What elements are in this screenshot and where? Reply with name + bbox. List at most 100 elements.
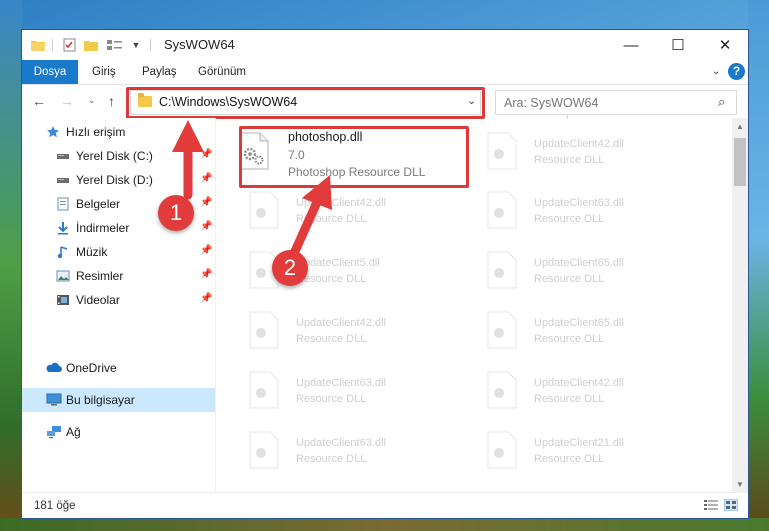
dll-file-icon — [487, 191, 517, 229]
ribbon-tabs: Dosya Giriş Paylaş Görünüm ⌄ ? — [22, 60, 748, 85]
star-icon — [47, 126, 59, 138]
back-arrow-icon[interactable]: ← — [32, 93, 46, 109]
file-name: UpdateClient42.dll — [534, 138, 624, 150]
folder-icon[interactable] — [30, 36, 46, 54]
file-name: UpdateClient65.dll — [534, 257, 624, 269]
dll-file-icon — [487, 371, 517, 409]
status-bar: 181 öğe — [22, 492, 748, 518]
pin-icon[interactable]: 📌 — [200, 173, 212, 184]
nav-item-local-disk-d[interactable]: Yerel Disk (D:) 📌 — [22, 168, 215, 192]
pin-icon[interactable]: 📌 — [200, 293, 212, 304]
file-item[interactable]: UpdateClient63.dll Resource DLL — [248, 365, 468, 421]
file-description: Resource DLL — [534, 154, 605, 166]
file-item[interactable]: UpdateClient21.dll Resource DLL — [486, 425, 706, 481]
window-title: SysWOW64 — [164, 37, 235, 52]
file-name: UpdateClient42.dll — [534, 377, 624, 389]
documents-icon — [57, 197, 69, 211]
file-item[interactable]: UpdateClient65.dll Resource DLL — [486, 305, 706, 361]
music-icon — [57, 246, 68, 259]
search-placeholder[interactable]: Ara: SysWOW64 — [504, 96, 598, 110]
new-folder-icon[interactable] — [82, 36, 100, 54]
dll-file-icon — [487, 431, 517, 469]
vertical-scrollbar[interactable]: ▲ ▼ — [732, 118, 748, 492]
search-icon[interactable]: ⌕ — [718, 94, 725, 110]
minimize-button[interactable]: — — [608, 30, 654, 60]
maximize-button[interactable]: ☐ — [655, 30, 701, 60]
pin-icon[interactable]: 📌 — [200, 149, 212, 160]
nav-item-this-pc[interactable]: Bu bilgisayar — [22, 388, 215, 412]
file-name: UpdateClient21.dll — [534, 437, 624, 449]
qa-divider — [52, 39, 53, 51]
file-name: UpdateClient5.dll — [296, 257, 380, 269]
help-icon[interactable]: ? — [728, 63, 745, 80]
dll-file-icon — [487, 251, 517, 289]
desktop-background-left — [0, 0, 22, 531]
forward-arrow-icon[interactable]: → — [60, 93, 74, 109]
file-name: UpdateClient63.dll — [296, 377, 386, 389]
nav-label: Resimler — [76, 269, 124, 283]
file-description: Resource DLL — [296, 333, 367, 345]
dll-file-icon — [249, 191, 279, 229]
nav-item-onedrive[interactable]: OneDrive — [22, 356, 215, 380]
tab-file[interactable]: Dosya — [22, 60, 78, 84]
qa-dropdown-icon[interactable]: ▼ — [130, 36, 142, 54]
scroll-down-icon[interactable]: ▼ — [736, 480, 744, 489]
file-item[interactable]: UpdateClient65.dll Resource DLL — [486, 245, 706, 301]
nav-item-music[interactable]: Müzik 📌 — [22, 240, 215, 264]
pin-icon[interactable]: 📌 — [200, 245, 212, 256]
navigation-pane: Hızlı erişim Yerel Disk (C:) 📌 Yerel Dis… — [22, 118, 215, 492]
file-item[interactable]: UpdateClient63.dll Resource DLL — [248, 425, 468, 481]
nav-item-pictures[interactable]: Resimler 📌 — [22, 264, 215, 288]
tab-share[interactable]: Paylaş — [142, 60, 177, 84]
pin-icon[interactable]: 📌 — [200, 197, 212, 208]
pin-icon[interactable]: 📌 — [200, 269, 212, 280]
file-description: Resource DLL — [296, 393, 367, 405]
search-box[interactable]: Ara: SysWOW64 ⌕ — [495, 90, 737, 115]
pictures-icon — [56, 270, 70, 282]
nav-label: Ağ — [66, 425, 81, 439]
file-item[interactable]: UpdateClient42.dll Resource DLL — [248, 185, 468, 241]
up-arrow-icon[interactable]: ↑ — [108, 93, 115, 109]
dll-file-icon — [249, 371, 279, 409]
pane-divider[interactable] — [215, 118, 216, 492]
drive-icon — [57, 154, 69, 159]
file-item[interactable]: UpdateClient42.dll Resource DLL — [486, 126, 706, 182]
onedrive-cloud-icon — [46, 362, 62, 372]
file-item[interactable]: UpdateClient63.dll Resource DLL — [486, 185, 706, 241]
recent-locations-icon[interactable]: ⌄ — [88, 95, 96, 106]
network-icon — [47, 426, 61, 439]
nav-item-local-disk-c[interactable]: Yerel Disk (C:) 📌 — [22, 144, 215, 168]
nav-item-network[interactable]: Ağ — [22, 420, 215, 444]
tab-view[interactable]: Görünüm — [198, 60, 246, 84]
step-marker-2: 2 — [272, 250, 308, 286]
scroll-up-icon[interactable]: ▲ — [736, 122, 744, 131]
file-name: UpdateClient42.dll — [296, 317, 386, 329]
nav-label: Yerel Disk (D:) — [76, 173, 153, 187]
large-icons-view-icon[interactable] — [724, 499, 738, 511]
title-bar: ▼ SysWOW64 — ☐ ✕ — [22, 30, 748, 60]
dll-file-icon — [487, 311, 517, 349]
dll-file-icon — [249, 431, 279, 469]
file-description: Resource DLL — [296, 213, 367, 225]
file-name: UpdateClient63.dll — [534, 197, 624, 209]
file-item[interactable]: UpdateClient42.dll Resource DLL — [248, 305, 468, 361]
nav-label: Bu bilgisayar — [66, 393, 135, 407]
ribbon-expand-icon[interactable]: ⌄ — [712, 66, 720, 77]
properties-icon[interactable] — [60, 36, 78, 54]
file-item[interactable]: UpdateClient42.dll Resource DLL — [486, 365, 706, 421]
nav-item-videos[interactable]: Videolar 📌 — [22, 288, 215, 312]
close-button[interactable]: ✕ — [702, 30, 748, 60]
address-row: ← → ⌄ ↑ C:\Windows\SysWOW64 ⌄ ↻ Ara: Sys… — [22, 85, 748, 119]
tab-home[interactable]: Giriş — [92, 60, 116, 84]
drive-icon — [57, 178, 69, 183]
nav-label: Videolar — [76, 293, 120, 307]
scroll-thumb[interactable] — [734, 138, 746, 186]
nav-quick-access[interactable]: Hızlı erişim — [22, 120, 215, 144]
nav-label: İndirmeler — [76, 221, 130, 235]
file-name: UpdateClient63.dll — [296, 437, 386, 449]
details-view-icon[interactable] — [704, 499, 718, 511]
file-description: Resource DLL — [534, 453, 605, 465]
customize-toolbar-icon[interactable] — [104, 36, 126, 54]
pin-icon[interactable]: 📌 — [200, 221, 212, 232]
dll-file-icon — [487, 132, 517, 170]
